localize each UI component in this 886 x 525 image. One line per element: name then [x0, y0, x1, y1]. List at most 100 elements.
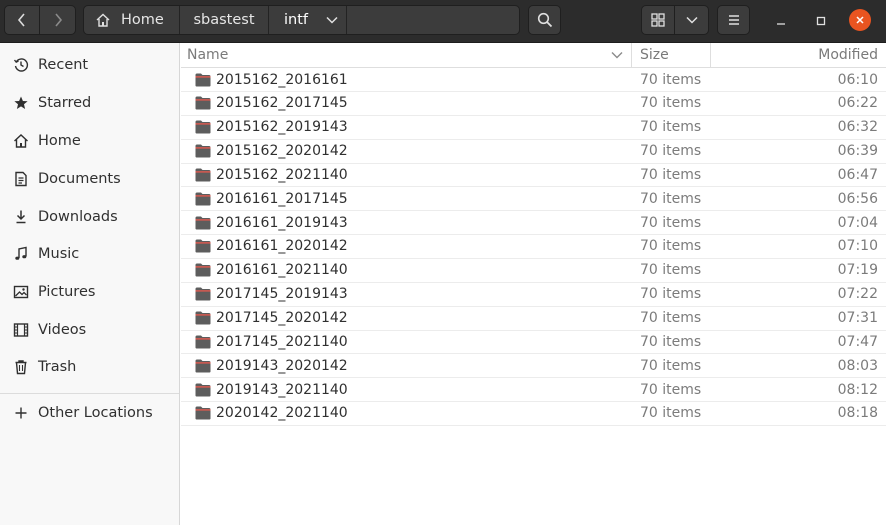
sidebar-item-pictures[interactable]: Pictures	[0, 275, 179, 309]
file-name-cell: 2016161_2019143	[195, 211, 348, 234]
file-name-cell: 2019143_2021140	[195, 378, 348, 401]
sidebar-item-home[interactable]: Home	[0, 124, 179, 158]
sidebar-item-trash[interactable]: Trash	[0, 350, 179, 384]
file-size: 70 items	[640, 71, 702, 88]
sidebar-item-label: Home	[38, 133, 81, 149]
header-bar: Home sbastest intf	[0, 0, 886, 43]
sidebar-item-label: Videos	[38, 322, 87, 338]
file-modified: 08:18	[837, 405, 878, 422]
column-header-modified[interactable]: Modified	[711, 43, 886, 67]
chevron-right-icon	[54, 13, 62, 27]
file-row[interactable]: 2015162_2020142 70 items 06:39	[181, 140, 886, 164]
file-list: Name Size Modified 2015162_2016161 70 ite…	[181, 43, 886, 525]
file-name: 2015162_2021140	[216, 166, 348, 183]
file-row[interactable]: 2017145_2019143 70 items 07:22	[181, 283, 886, 307]
file-name: 2015162_2019143	[216, 119, 348, 136]
file-row[interactable]: 2016161_2019143 70 items 07:04	[181, 211, 886, 236]
folder-icon	[195, 192, 211, 206]
file-modified: 06:56	[837, 190, 878, 207]
file-row[interactable]: 2016161_2020142 70 items 07:10	[181, 235, 886, 259]
document-icon	[12, 170, 30, 188]
close-button[interactable]	[849, 9, 871, 31]
back-button[interactable]	[4, 5, 40, 35]
sidebar: Recent Starred Home Documents Downloads	[0, 43, 180, 525]
folder-icon	[195, 73, 211, 86]
breadcrumb-intf[interactable]: intf	[269, 6, 347, 34]
sidebar-item-videos[interactable]: Videos	[0, 313, 179, 347]
file-size: 70 items	[640, 238, 702, 255]
breadcrumb-label: intf	[284, 12, 309, 28]
sidebar-item-label: Other Locations	[38, 405, 153, 421]
chevron-down-icon	[326, 16, 338, 24]
file-size: 70 items	[640, 381, 702, 398]
file-row[interactable]: 2017145_2020142 70 items 07:31	[181, 307, 886, 331]
folder-icon	[195, 359, 211, 373]
file-row[interactable]: 2015162_2016161 70 items 06:10	[181, 68, 886, 92]
music-icon	[12, 245, 30, 263]
sidebar-item-recent[interactable]: Recent	[0, 48, 179, 82]
sidebar-item-documents[interactable]: Documents	[0, 162, 179, 196]
breadcrumb-label: sbastest	[193, 12, 255, 28]
file-name-cell: 2015162_2017145	[195, 92, 348, 115]
column-header-size[interactable]: Size	[632, 43, 711, 67]
file-size: 70 items	[640, 119, 702, 136]
file-row[interactable]: 2015162_2019143 70 items 06:32	[181, 116, 886, 140]
breadcrumb-sbastest[interactable]: sbastest	[180, 6, 269, 34]
maximize-icon	[816, 16, 826, 26]
file-modified: 07:19	[837, 262, 878, 279]
file-size: 70 items	[640, 190, 702, 207]
sidebar-item-other-locations[interactable]: Other Locations	[0, 396, 179, 430]
file-row[interactable]: 2019143_2021140 70 items 08:12	[181, 378, 886, 403]
path-bar: Home sbastest intf	[83, 5, 520, 35]
view-options-button[interactable]	[674, 5, 709, 35]
sidebar-item-downloads[interactable]: Downloads	[0, 200, 179, 234]
file-name-cell: 2015162_2016161	[195, 68, 348, 91]
breadcrumb-home[interactable]: Home	[84, 6, 180, 34]
folder-icon	[195, 239, 211, 253]
forward-button[interactable]	[39, 5, 76, 35]
file-modified: 07:31	[837, 310, 878, 326]
sidebar-item-label: Trash	[38, 359, 77, 375]
file-size: 70 items	[640, 357, 702, 374]
file-name-cell: 2017145_2020142	[195, 307, 348, 330]
star-icon	[12, 94, 30, 112]
path-bar-empty	[347, 6, 519, 34]
folder-icon	[195, 120, 211, 134]
grid-view-button[interactable]	[641, 5, 675, 35]
trash-icon	[12, 358, 30, 376]
file-row[interactable]: 2017145_2021140 70 items 07:47	[181, 330, 886, 355]
file-modified: 06:39	[837, 143, 878, 160]
file-row[interactable]: 2016161_2021140 70 items 07:19	[181, 259, 886, 283]
sidebar-item-label: Pictures	[38, 284, 96, 300]
search-button[interactable]	[528, 5, 561, 35]
search-icon	[537, 12, 552, 28]
sidebar-item-starred[interactable]: Starred	[0, 86, 179, 120]
minimize-button[interactable]	[769, 9, 793, 33]
file-row[interactable]: 2015162_2017145 70 items 06:22	[181, 92, 886, 116]
file-name-cell: 2020142_2021140	[195, 402, 348, 425]
main-menu-button[interactable]	[717, 5, 750, 35]
file-size: 70 items	[640, 333, 702, 350]
file-name: 2015162_2017145	[216, 95, 348, 112]
sidebar-separator	[0, 393, 179, 394]
file-size: 70 items	[640, 214, 702, 231]
file-row[interactable]: 2016161_2017145 70 items 06:56	[181, 187, 886, 212]
chevron-down-icon	[611, 52, 623, 59]
file-modified: 08:12	[837, 381, 878, 398]
breadcrumb-label: Home	[121, 12, 164, 28]
file-row[interactable]: 2019143_2020142 70 items 08:03	[181, 354, 886, 379]
file-row[interactable]: 2020142_2021140 70 items 08:18	[181, 402, 886, 426]
sidebar-item-music[interactable]: Music	[0, 237, 179, 271]
file-manager-window: Home sbastest intf Recent Starred Home D…	[0, 0, 886, 525]
minimize-icon	[777, 23, 785, 25]
clock-icon	[12, 56, 30, 74]
folder-icon	[195, 335, 211, 349]
file-name-cell: 2016161_2021140	[195, 259, 348, 282]
folder-icon	[195, 311, 211, 325]
file-row[interactable]: 2015162_2021140 70 items 06:47	[181, 163, 886, 188]
download-icon	[12, 208, 30, 226]
column-header-name[interactable]: Name	[181, 43, 632, 67]
file-name-cell: 2017145_2019143	[195, 283, 348, 306]
folder-icon	[195, 96, 211, 110]
maximize-button[interactable]	[809, 9, 833, 33]
